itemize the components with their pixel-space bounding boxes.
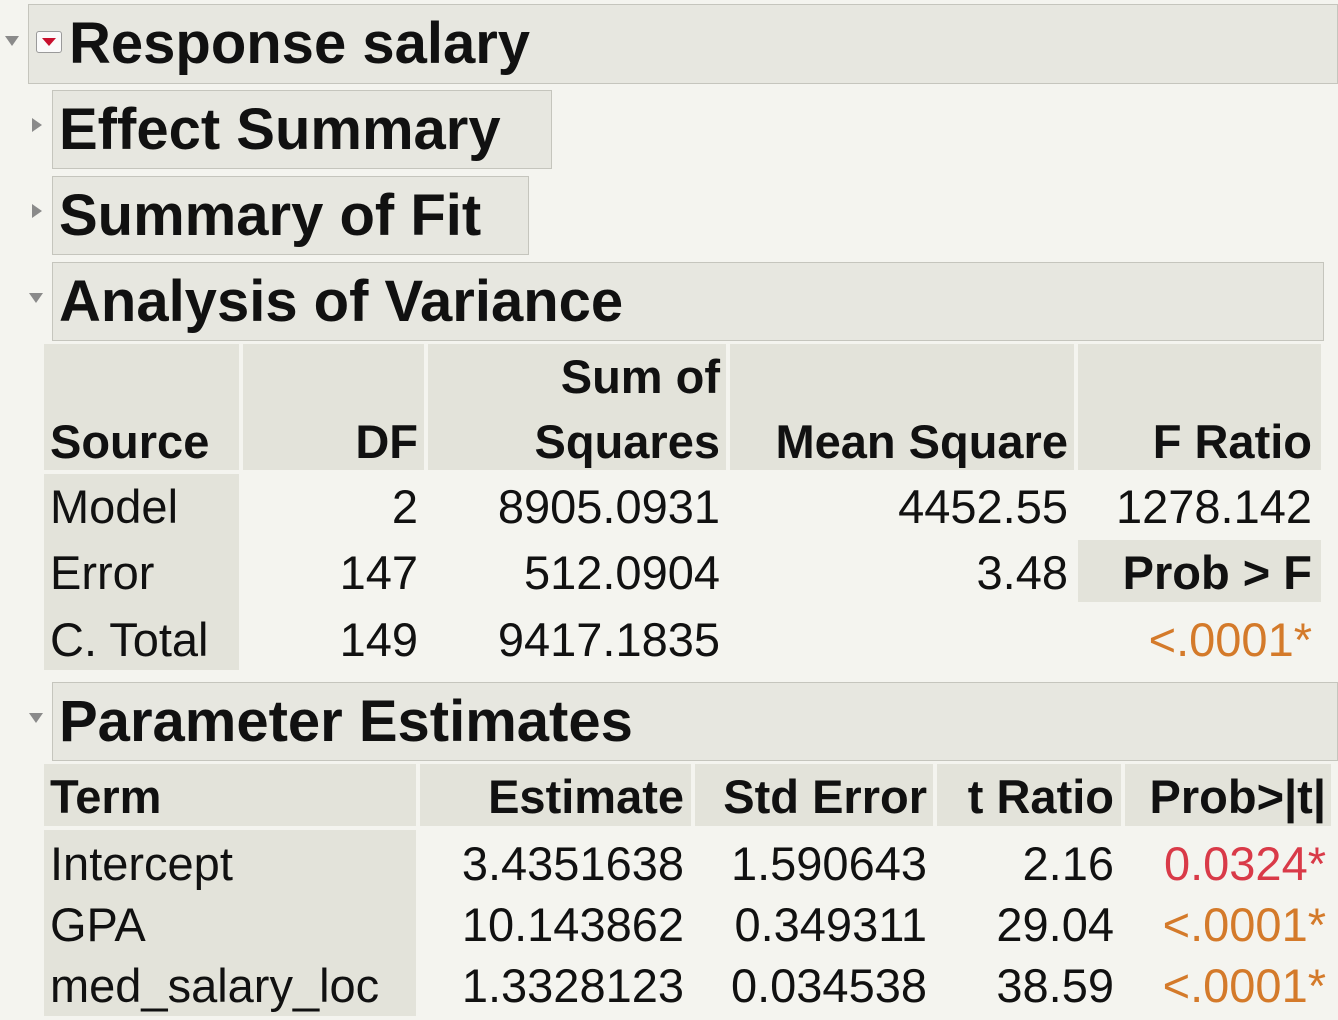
param-term: GPA: [50, 898, 146, 951]
summary-of-fit-header[interactable]: Summary of Fit: [52, 176, 529, 255]
effect-summary-title: Effect Summary: [59, 96, 501, 162]
param-term: Intercept: [50, 837, 233, 890]
disclosure-down-icon[interactable]: [5, 36, 19, 46]
param-title: Parameter Estimates: [59, 688, 633, 754]
anova-df: 149: [339, 613, 418, 666]
param-stderr: 0.034538: [730, 959, 927, 1012]
col-header-source: Source: [50, 415, 210, 468]
anova-df: 2: [391, 480, 418, 533]
effect-summary-header[interactable]: Effect Summary: [52, 90, 552, 169]
col-header-df: DF: [355, 415, 418, 468]
anova-source: Error: [50, 546, 155, 599]
summary-of-fit-title: Summary of Fit: [59, 182, 482, 248]
anova-df: 147: [339, 546, 418, 599]
param-tratio: 2.16: [1022, 837, 1114, 890]
red-menu-icon[interactable]: [36, 31, 62, 53]
anova-f-ratio: 1278.142: [1115, 480, 1312, 533]
disclosure-down-icon[interactable]: [29, 293, 43, 303]
col-header-stderr: Std Error: [723, 770, 927, 823]
param-tratio: 29.04: [996, 898, 1114, 951]
anova-ss: 9417.1835: [497, 613, 720, 666]
col-header-ss-line1: Sum of: [560, 350, 720, 403]
col-header-f: F Ratio: [1152, 415, 1312, 468]
col-header-tratio: t Ratio: [967, 770, 1114, 823]
param-header[interactable]: Parameter Estimates: [52, 682, 1338, 761]
anova-source: Model: [50, 480, 179, 533]
anova-source: C. Total: [50, 613, 209, 666]
prob-f-label: Prob > F: [1122, 546, 1312, 599]
col-header-prob: Prob>|t|: [1149, 770, 1326, 823]
anova-ss: 512.0904: [523, 546, 720, 599]
param-estimate: 10.143862: [461, 898, 684, 951]
col-header-term: Term: [50, 770, 162, 823]
disclosure-right-icon[interactable]: [32, 118, 42, 132]
disclosure-down-icon[interactable]: [29, 713, 43, 723]
anova-ms: 3.48: [976, 546, 1068, 599]
param-estimate: 3.4351638: [461, 837, 684, 890]
disclosure-right-icon[interactable]: [32, 204, 42, 218]
response-header: Response salary: [28, 4, 1338, 84]
param-stderr: 0.349311: [734, 898, 927, 951]
prob-f-value: <.0001*: [1148, 613, 1312, 666]
anova-title: Analysis of Variance: [59, 268, 624, 334]
param-prob: <.0001*: [1162, 959, 1326, 1012]
anova-ss: 8905.0931: [497, 480, 720, 533]
param-stderr: 1.590643: [730, 837, 927, 890]
param-term: med_salary_loc: [50, 959, 380, 1012]
anova-header[interactable]: Analysis of Variance: [52, 262, 1324, 341]
anova-ms: 4452.55: [898, 480, 1068, 533]
param-prob: <.0001*: [1162, 898, 1326, 951]
col-header-ms: Mean Square: [775, 415, 1068, 468]
param-tratio: 38.59: [996, 959, 1114, 1012]
param-prob: 0.0324*: [1163, 837, 1326, 890]
param-estimate: 1.3328123: [461, 959, 684, 1012]
col-header-estimate: Estimate: [488, 770, 684, 823]
response-title: Response salary: [69, 11, 531, 76]
col-header-ss-line2: Squares: [534, 415, 720, 468]
